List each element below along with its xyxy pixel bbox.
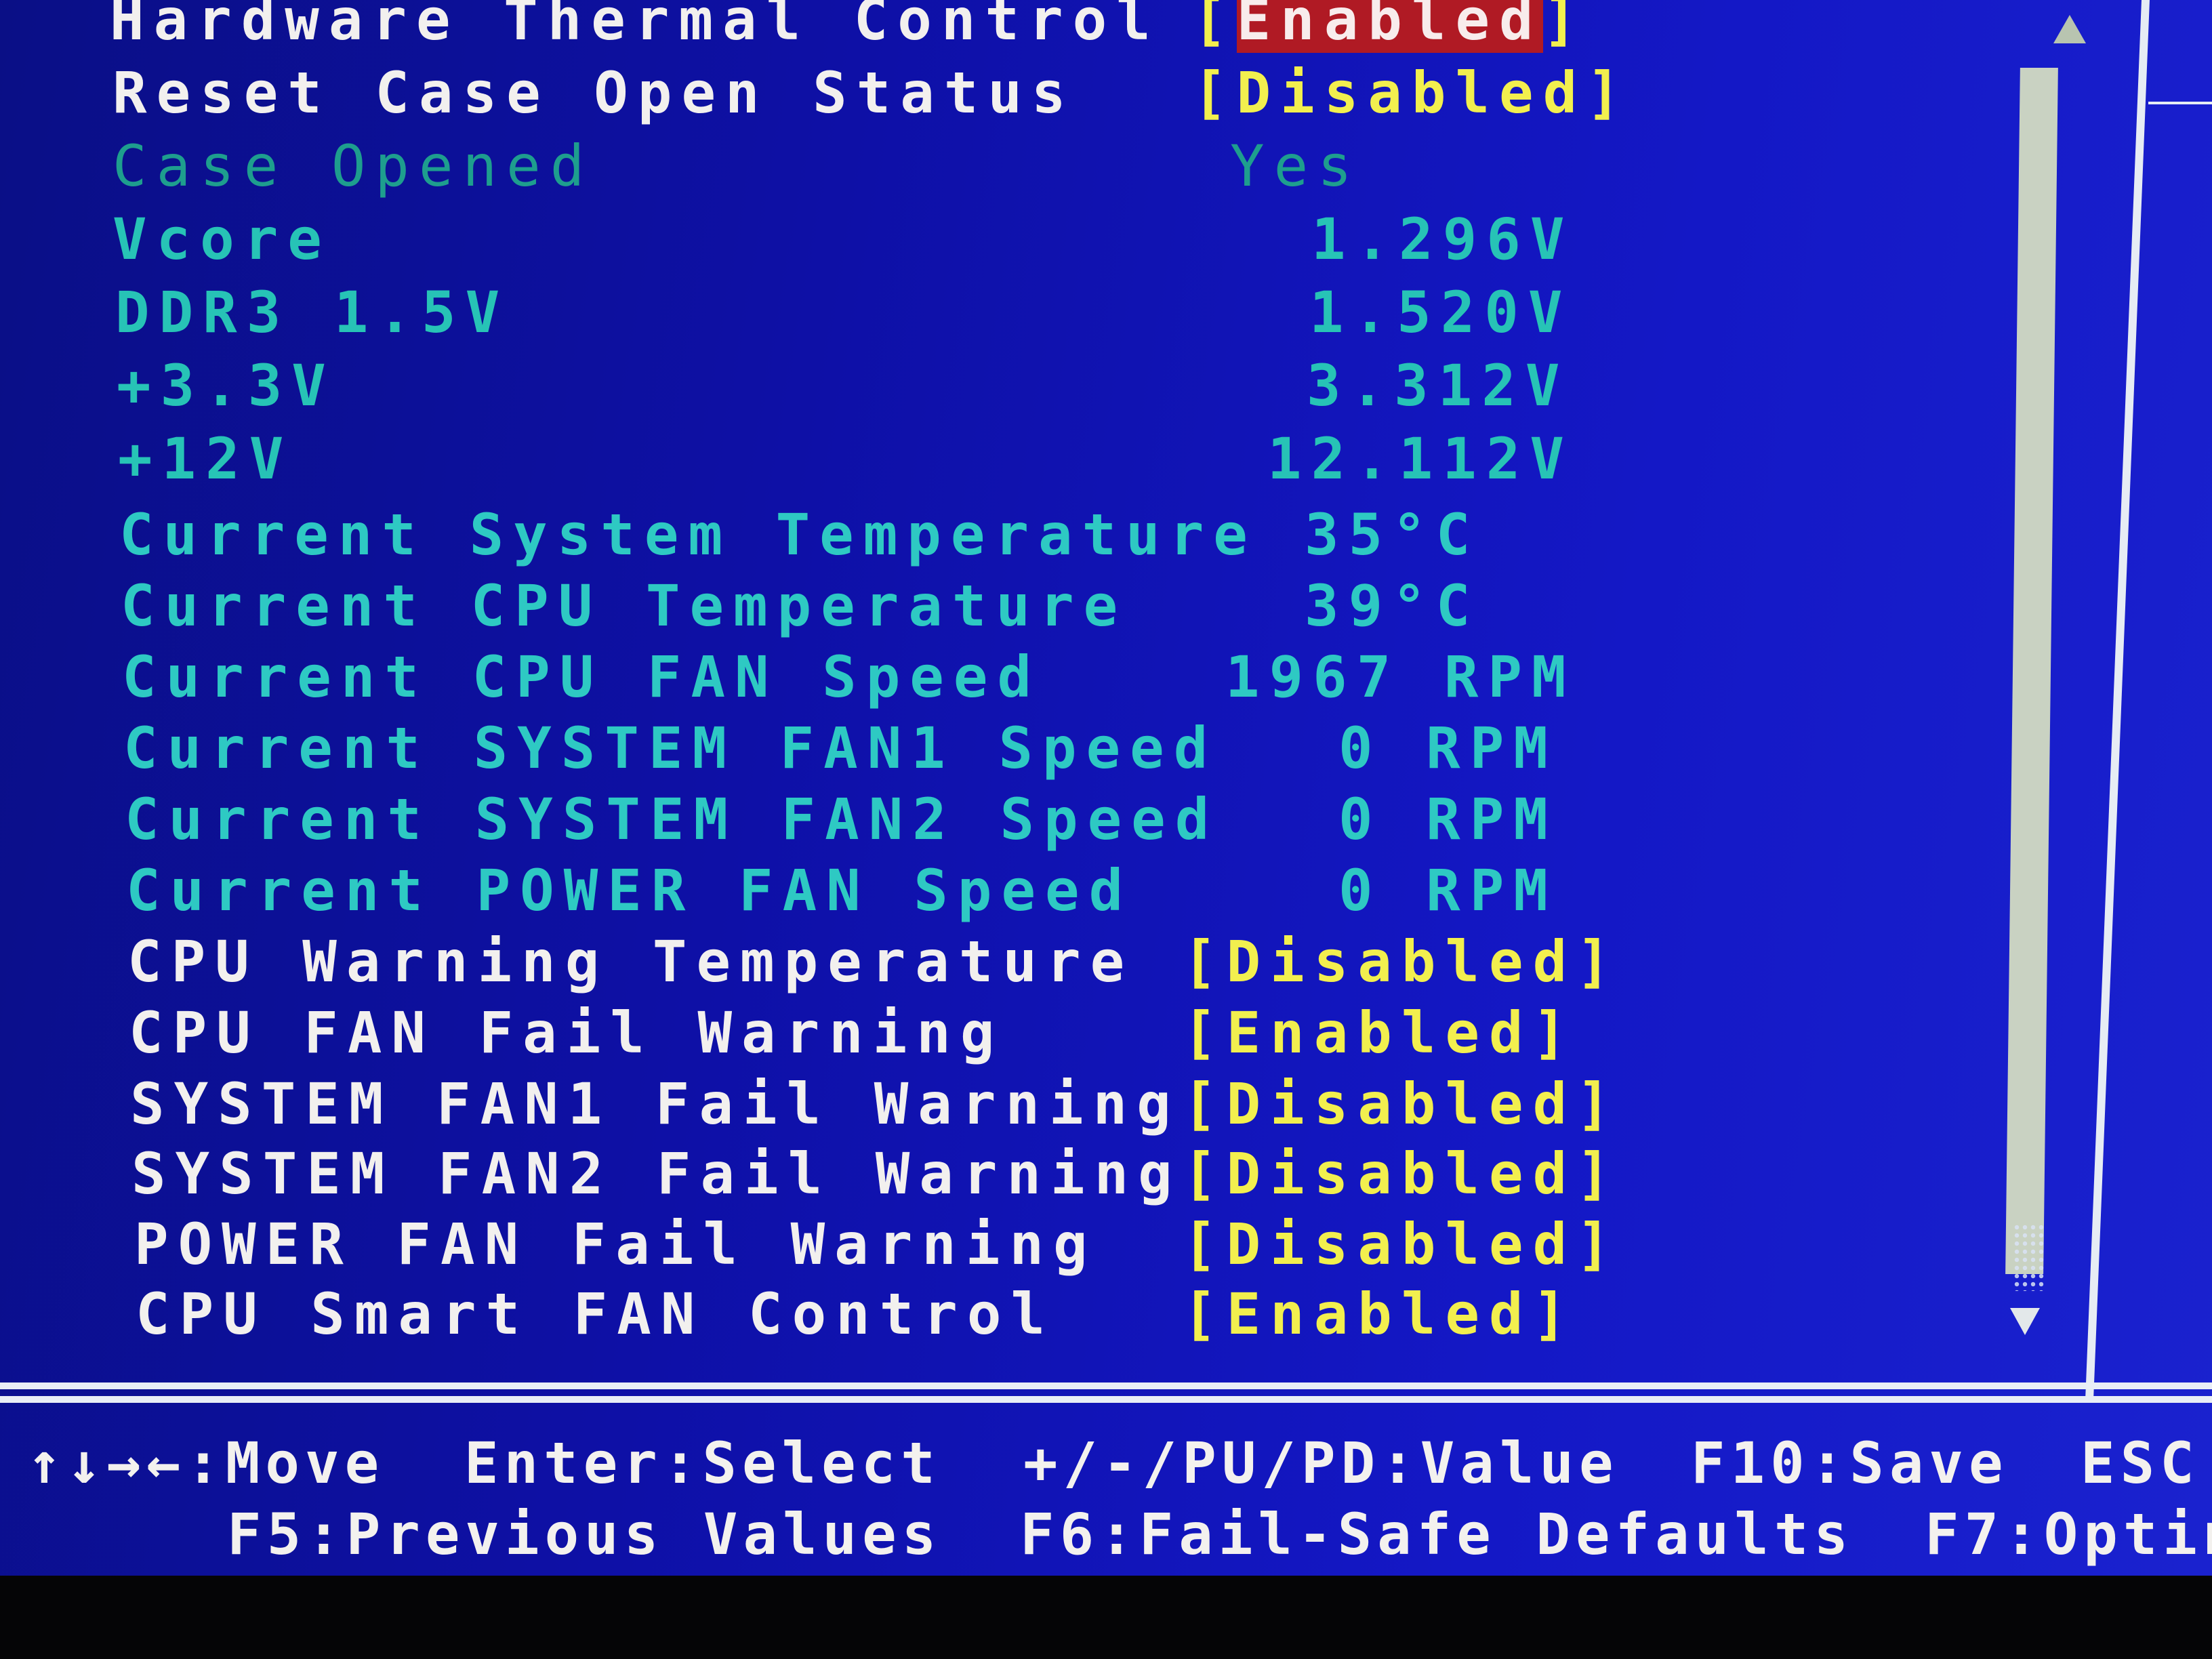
readout-cpu-temperature: Current CPU Temperature 39°C <box>0 573 2033 640</box>
readout-system-fan2-speed: Current SYSTEM FAN2 Speed 0 RPM <box>0 786 2033 854</box>
readout-ddr3: DDR3 1.5V 1.520V <box>0 279 2033 347</box>
readout-label: Current CPU Temperature <box>121 573 1128 639</box>
readout-value: 39°C <box>1305 573 1480 639</box>
readout-value: 0 RPM <box>1338 857 1557 924</box>
setting-label: POWER FAN Fail Warning <box>134 1211 1097 1277</box>
setting-value[interactable]: [Enabled] <box>1183 1000 1576 1066</box>
setting-label: Reset Case Open Status <box>112 60 1076 126</box>
readout-label: Current System Temperature <box>119 501 1257 568</box>
footer-divider-bottom <box>0 1396 2212 1403</box>
footer-hints-row-1: ↑↓→←:Move Enter:Select +/-/PU/PD:Value F… <box>0 1430 2212 1498</box>
readout-value: Yes <box>1230 133 1361 199</box>
readout-label: Current SYSTEM FAN1 Speed <box>123 715 1218 781</box>
setting-value[interactable]: [Disabled] <box>1193 60 1631 126</box>
readout-value: 0 RPM <box>1338 786 1557 853</box>
readout-vcore: Vcore 1.296V <box>0 206 2033 274</box>
scroll-down-arrow-icon[interactable] <box>2010 1308 2040 1335</box>
setting-label: SYSTEM FAN2 Fail Warning <box>131 1141 1182 1207</box>
setting-value[interactable]: [Disabled] <box>1183 1211 1620 1277</box>
hint-previous-values: F5:Previous Values <box>227 1501 942 1568</box>
hint-select: Enter:Select <box>464 1430 941 1496</box>
setting-reset-case-open-status[interactable]: Reset Case Open Status [Disabled] <box>0 60 2033 127</box>
readout-value: 3.312V <box>1307 352 1570 419</box>
setting-value[interactable]: [Enabled] <box>1183 1281 1576 1347</box>
readout-power-fan-speed: Current POWER FAN Speed 0 RPM <box>0 857 2033 925</box>
setting-system-fan1-fail-warning[interactable]: SYSTEM FAN1 Fail Warning [Disabled] <box>0 1071 2033 1139</box>
help-panel-divider <box>2085 0 2150 1396</box>
hint-save: F10:Save <box>1691 1430 2009 1496</box>
bios-screen: Hardware Thermal Control [Enabled] Reset… <box>0 0 2212 1576</box>
hint-move: ↑↓→←:Move <box>27 1430 385 1496</box>
scrollbar-track[interactable] <box>2013 1223 2047 1291</box>
hint-value: +/-/PU/PD:Value <box>1023 1430 1619 1496</box>
readout-label: Current POWER FAN Speed <box>126 857 1133 924</box>
footer-hints-row-2: F5:Previous Values F6:Fail-Safe Defaults… <box>0 1501 2212 1569</box>
help-panel-header-divider <box>2148 102 2212 104</box>
readout-label: +3.3V <box>117 352 335 419</box>
footer-divider-top <box>0 1382 2212 1389</box>
setting-label: Hardware Thermal Control <box>110 0 1160 53</box>
setting-hardware-thermal-control[interactable]: Hardware Thermal Control [Enabled] <box>0 0 2033 54</box>
readout-label: Current SYSTEM FAN2 Speed <box>125 786 1219 853</box>
readout-value: 1.520V <box>1309 279 1572 346</box>
readout-system-fan1-speed: Current SYSTEM FAN1 Speed 0 RPM <box>0 715 2033 783</box>
setting-label: SYSTEM FAN1 Fail Warning <box>130 1071 1181 1137</box>
monitor-bezel <box>0 1576 2212 1659</box>
readout-value: 35°C <box>1305 501 1480 568</box>
readout-value: 12.112V <box>1267 426 1574 492</box>
readout-3v3: +3.3V 3.312V <box>0 352 2033 420</box>
setting-system-fan2-fail-warning[interactable]: SYSTEM FAN2 Fail Warning [Disabled] <box>0 1141 2033 1208</box>
setting-label: CPU FAN Fail Warning <box>129 1000 1004 1066</box>
setting-value[interactable]: [Disabled] <box>1183 1071 1620 1137</box>
readout-label: Case Opened <box>112 133 594 199</box>
readout-label: +12V <box>118 426 293 492</box>
setting-power-fan-fail-warning[interactable]: POWER FAN Fail Warning [Disabled] <box>0 1211 2033 1279</box>
hint-optimized-defaults: F7:Optin <box>1925 1501 2212 1568</box>
readout-label: Current CPU FAN Speed <box>122 644 1042 710</box>
readout-value: 0 RPM <box>1338 715 1557 781</box>
setting-cpu-warning-temperature[interactable]: CPU Warning Temperature [Disabled] <box>0 928 2033 996</box>
readout-system-temperature: Current System Temperature 35°C <box>0 501 2033 569</box>
readout-label: DDR3 1.5V <box>115 279 510 346</box>
setting-value[interactable]: [Disabled] <box>1183 928 1620 995</box>
readout-value: 1967 RPM <box>1225 644 1576 710</box>
setting-label: CPU Smart FAN Control <box>136 1281 1055 1347</box>
readout-case-opened: Case Opened Yes <box>0 133 2033 201</box>
setting-value[interactable]: [Disabled] <box>1183 1141 1620 1207</box>
readout-label: Vcore <box>112 206 331 272</box>
readout-12v: +12V 12.112V <box>0 426 2033 493</box>
hint-fail-safe-defaults: F6:Fail-Safe Defaults <box>1020 1501 1854 1568</box>
readout-cpu-fan-speed: Current CPU FAN Speed 1967 RPM <box>0 644 2033 712</box>
setting-cpu-fan-fail-warning[interactable]: CPU FAN Fail Warning [Enabled] <box>0 1000 2033 1067</box>
selected-value[interactable]: Enabled <box>1236 0 1543 53</box>
setting-cpu-smart-fan-control[interactable]: CPU Smart FAN Control [Enabled] <box>0 1281 2033 1349</box>
readout-value: 1.296V <box>1311 206 1574 272</box>
scroll-up-arrow-icon[interactable] <box>2053 15 2086 43</box>
hint-esc: ESC: <box>2081 1430 2212 1496</box>
setting-value[interactable]: [Enabled] <box>1193 0 1586 53</box>
setting-label: CPU Warning Temperature <box>127 928 1134 995</box>
